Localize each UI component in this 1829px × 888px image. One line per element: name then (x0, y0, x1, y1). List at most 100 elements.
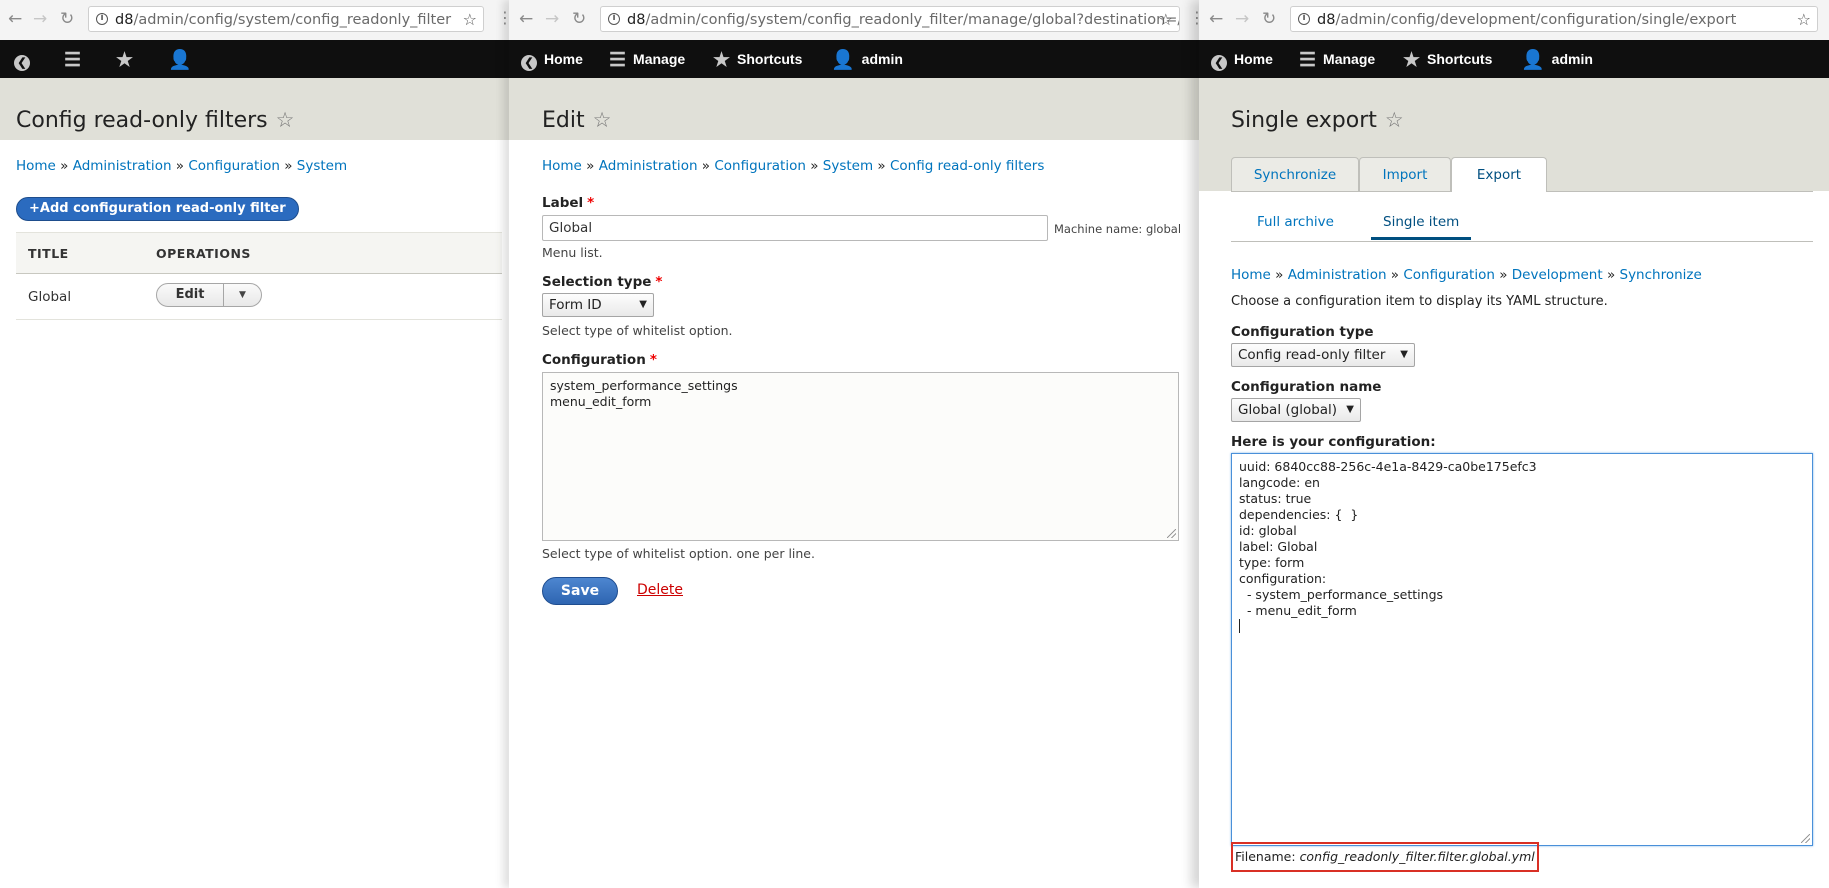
plus-icon: + (29, 201, 40, 216)
info-icon[interactable]: i (1298, 13, 1310, 25)
star-icon: ★ (1403, 50, 1421, 71)
hamburger-icon: ☰ (1299, 50, 1317, 71)
breadcrumb-system[interactable]: System (297, 158, 347, 174)
breadcrumb-administration[interactable]: Administration (1288, 267, 1387, 283)
reload-icon[interactable]: ↻ (572, 9, 586, 29)
primary-tabs: Synchronize Import Export (1231, 157, 1813, 192)
url-field[interactable]: i d8/admin/config/system/config_readonly… (600, 6, 1180, 32)
address-bar: ← → ↻ i d8/admin/config/system/config_re… (0, 0, 509, 41)
yaml-textarea[interactable]: uuid: 6840cc88-256c-4e1a-8429-ca0be175ef… (1231, 453, 1813, 846)
url-field[interactable]: i d8/admin/config/development/configurat… (1290, 6, 1818, 32)
label-description: Menu list. (542, 245, 603, 260)
delete-link[interactable]: Delete (637, 582, 683, 598)
breadcrumb-synchronize[interactable]: Synchronize (1620, 267, 1702, 283)
toolbar-user-label: admin (861, 51, 903, 67)
toolbar-manage[interactable]: ☰ Manage (609, 40, 685, 78)
selection-type-select[interactable]: Form ID ▼ (542, 293, 654, 317)
info-icon[interactable]: i (608, 13, 620, 25)
url-path: /admin/config/system/config_readonly_fil… (645, 12, 1180, 28)
back-arrow-icon[interactable]: ← (8, 9, 22, 29)
address-bar: ← → ↻ i d8/admin/config/system/config_re… (509, 0, 1199, 41)
forward-arrow-icon[interactable]: → (545, 9, 559, 29)
required-marker: * (649, 352, 657, 368)
toolbar-shortcuts[interactable]: ★ Shortcuts (1403, 40, 1492, 78)
configuration-label-text: Configuration (542, 352, 646, 368)
required-marker: * (587, 195, 595, 211)
toolbar-user[interactable]: 👤 admin (831, 40, 903, 78)
bookmark-star-icon[interactable]: ☆ (1797, 7, 1811, 31)
breadcrumb-configuration[interactable]: Configuration (1403, 267, 1495, 283)
filename-value: config_readonly_filter.filter.global.yml (1299, 849, 1535, 864)
subtab-full-archive[interactable]: Full archive (1257, 211, 1334, 233)
admin-toolbar: ❮ Home ☰ Manage ★ Shortcuts 👤 admin (1199, 40, 1829, 78)
required-marker: * (655, 274, 663, 290)
hamburger-icon: ☰ (609, 50, 627, 71)
breadcrumb-home[interactable]: Home (16, 158, 56, 174)
tab-export[interactable]: Export (1451, 157, 1547, 192)
breadcrumb-administration[interactable]: Administration (73, 158, 172, 174)
admin-toolbar: ❮ Home ☰ Manage ★ Shortcuts 👤 admin (509, 40, 1199, 78)
breadcrumb-configuration[interactable]: Configuration (188, 158, 280, 174)
url-host: d8 (115, 12, 134, 28)
shortcut-star-icon[interactable]: ☆ (276, 108, 295, 132)
reload-icon[interactable]: ↻ (1262, 9, 1276, 29)
toolbar-home[interactable]: ❮ Home (1211, 40, 1273, 78)
browser-menu-icon[interactable]: ⋮ (1189, 8, 1199, 27)
browser-menu-icon[interactable]: ⋮ (497, 8, 509, 27)
config-name-select[interactable]: Global (global) ▼ (1231, 398, 1361, 422)
bookmark-star-icon[interactable]: ☆ (463, 7, 477, 31)
back-arrow-icon[interactable]: ← (519, 9, 533, 29)
shortcut-star-icon[interactable]: ☆ (593, 108, 612, 132)
breadcrumb-home[interactable]: Home (542, 158, 582, 174)
dropdown-caret-icon[interactable]: ▼ (239, 284, 246, 306)
breadcrumb-system[interactable]: System (823, 158, 873, 174)
table-row: Global Edit ▼ (16, 273, 502, 320)
breadcrumb-administration[interactable]: Administration (599, 158, 698, 174)
dropdown-arrow-icon: ▼ (639, 299, 647, 310)
toolbar-shortcuts-label: Shortcuts (1427, 51, 1493, 67)
breadcrumb-development[interactable]: Development (1512, 267, 1603, 283)
row-title: Global (28, 289, 72, 305)
url-field[interactable]: i d8/admin/config/system/config_readonly… (88, 6, 484, 32)
toolbar-shortcuts[interactable]: ★ Shortcuts (713, 40, 802, 78)
subtab-single-item[interactable]: Single item (1371, 211, 1472, 240)
tab-synchronize[interactable]: Synchronize (1231, 157, 1359, 191)
toolbar-home[interactable]: ❮ Home (521, 40, 583, 78)
text-cursor (1239, 619, 1240, 633)
star-icon[interactable]: ★ (116, 40, 140, 78)
back-arrow-icon[interactable]: ← (1209, 9, 1223, 29)
breadcrumb-home[interactable]: Home (1231, 267, 1271, 283)
shortcut-star-icon[interactable]: ☆ (1385, 108, 1404, 132)
forward-arrow-icon[interactable]: → (33, 9, 47, 29)
forward-arrow-icon[interactable]: → (1235, 9, 1249, 29)
breadcrumb-readonly-filters[interactable]: Config read-only filters (890, 158, 1044, 174)
page-title: Single export ☆ (1231, 108, 1404, 133)
add-filter-button[interactable]: +Add configuration read-only filter (16, 197, 299, 221)
reload-icon[interactable]: ↻ (60, 9, 74, 29)
info-icon[interactable]: i (96, 13, 108, 25)
selection-type-value: Form ID (549, 297, 602, 313)
hamburger-icon[interactable]: ☰ (64, 40, 88, 78)
chevron-left-circle-icon: ❮ (521, 55, 537, 71)
resize-grip-icon[interactable] (1801, 834, 1810, 843)
configuration-textarea[interactable]: system_performance_settings menu_edit_fo… (542, 372, 1179, 541)
col-operations: OPERATIONS (156, 246, 251, 261)
url-path: /admin/config/development/configuration/… (1335, 12, 1737, 28)
tab-import[interactable]: Import (1359, 157, 1451, 191)
toolbar-user[interactable]: 👤 admin (1521, 40, 1593, 78)
config-type-select[interactable]: Config read-only filter ▼ (1231, 343, 1415, 367)
label-input-value: Global (549, 220, 593, 236)
resize-grip-icon[interactable] (1167, 529, 1176, 538)
edit-button[interactable]: Edit (157, 284, 223, 306)
bookmark-star-icon[interactable]: ☆ (1159, 7, 1173, 31)
dropdown-arrow-icon: ▼ (1400, 349, 1408, 360)
label-input[interactable]: Global (542, 215, 1048, 241)
operations-dropbutton: Edit ▼ (156, 283, 262, 307)
toolbar-manage[interactable]: ☰ Manage (1299, 40, 1375, 78)
toolbar-back-icon[interactable]: ❮ (14, 40, 37, 78)
user-icon[interactable]: 👤 (168, 40, 199, 78)
browser-window-edit: ← → ↻ i d8/admin/config/system/config_re… (509, 0, 1199, 888)
breadcrumb-configuration[interactable]: Configuration (714, 158, 806, 174)
page-title: Config read-only filters ☆ (16, 108, 294, 133)
save-button[interactable]: Save (542, 577, 618, 605)
